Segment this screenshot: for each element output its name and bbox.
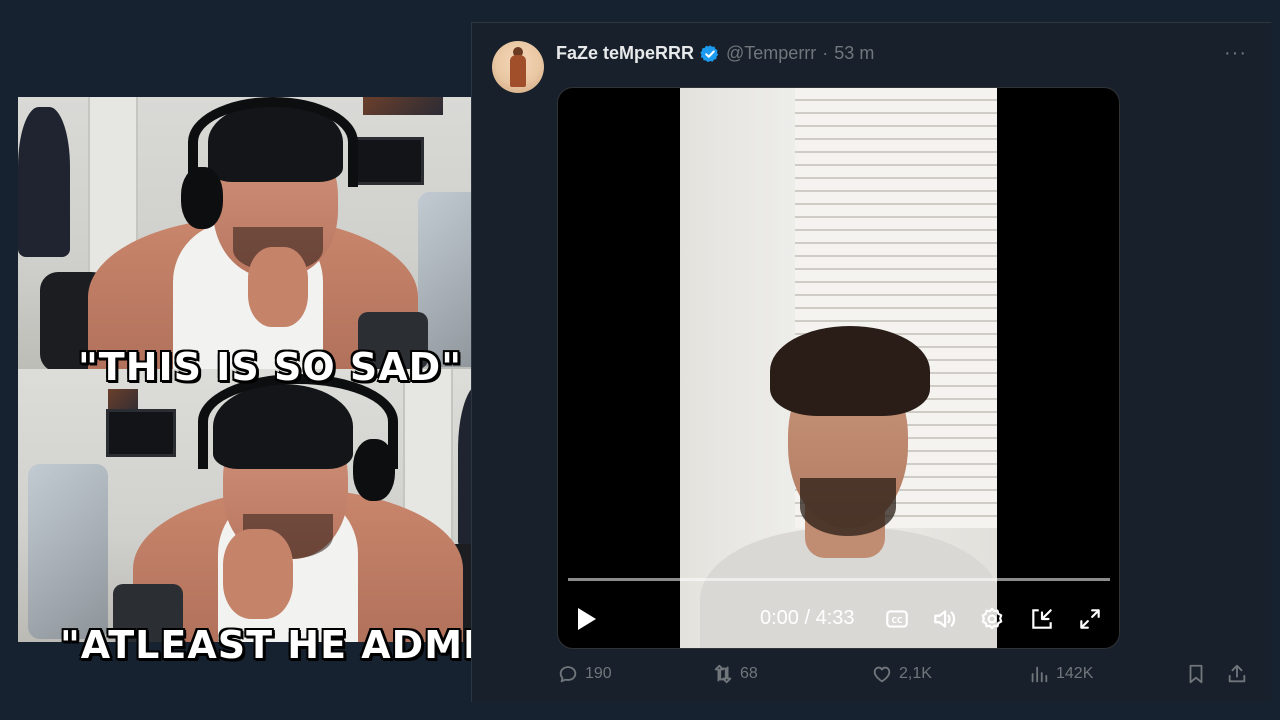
fullscreen-icon[interactable] xyxy=(1077,606,1103,632)
avatar-figure-body xyxy=(510,55,526,87)
plastic-wrapped-item xyxy=(28,464,108,639)
hand xyxy=(248,247,308,327)
views-button[interactable]: 142K xyxy=(1028,663,1093,685)
like-button[interactable]: 2,1K xyxy=(871,663,932,685)
play-icon[interactable] xyxy=(578,608,596,630)
share-icon xyxy=(1228,664,1246,683)
tweet-actions: 190 68 2,1K 142K xyxy=(557,663,1257,693)
video-frame xyxy=(680,88,997,648)
reply-icon xyxy=(559,666,577,683)
headphone-cup xyxy=(181,167,223,229)
repost-button[interactable]: 68 xyxy=(712,663,758,685)
headphone-cup xyxy=(353,439,395,501)
timestamp[interactable]: 53 m xyxy=(834,43,874,64)
repost-count: 68 xyxy=(740,665,758,682)
webcam-frame-top xyxy=(18,97,512,369)
video-timecode: 0:00 / 4:33 xyxy=(760,607,855,629)
svg-text:CC: CC xyxy=(891,616,903,625)
video-player[interactable]: 0:00 / 4:33 CC xyxy=(557,87,1120,649)
tweet-card[interactable]: FaZe teMpeRRR @Temperrr · 53 m ··· 0:00 … xyxy=(471,22,1271,702)
monitor xyxy=(354,137,424,185)
hand xyxy=(223,529,293,619)
heart-icon xyxy=(873,666,891,683)
analytics-icon xyxy=(1031,666,1048,683)
wall-poster xyxy=(363,97,443,115)
like-count: 2,1K xyxy=(899,665,932,682)
avatar[interactable] xyxy=(492,41,544,93)
share-button[interactable] xyxy=(1226,663,1248,685)
repost-icon xyxy=(714,664,732,684)
view-count: 142K xyxy=(1056,665,1094,682)
bookmark-icon xyxy=(1189,664,1203,684)
captions-icon[interactable]: CC xyxy=(884,606,910,632)
tweet-header: FaZe teMpeRRR @Temperrr · 53 m xyxy=(556,43,874,64)
webcam-frame-bottom xyxy=(18,369,512,642)
volume-icon[interactable] xyxy=(931,606,957,632)
reply-button[interactable]: 190 xyxy=(557,663,612,685)
picture-in-picture-icon[interactable] xyxy=(1029,606,1055,632)
more-options-icon[interactable]: ··· xyxy=(1224,43,1247,63)
verified-badge-icon xyxy=(700,44,719,62)
video-hair xyxy=(770,326,930,416)
handle[interactable]: @Temperrr xyxy=(726,43,816,64)
video-progress-bar[interactable] xyxy=(568,578,1110,581)
separator-dot: · xyxy=(822,43,829,63)
hanging-hoodie xyxy=(18,107,70,257)
monitor xyxy=(106,409,176,457)
video-beard xyxy=(800,478,896,536)
settings-gear-icon[interactable] xyxy=(979,606,1005,632)
display-name[interactable]: FaZe teMpeRRR xyxy=(556,43,694,64)
caption-top: "THIS IS SO SAD" xyxy=(78,345,463,389)
reply-count: 190 xyxy=(585,665,612,682)
bookmark-button[interactable] xyxy=(1185,663,1207,685)
